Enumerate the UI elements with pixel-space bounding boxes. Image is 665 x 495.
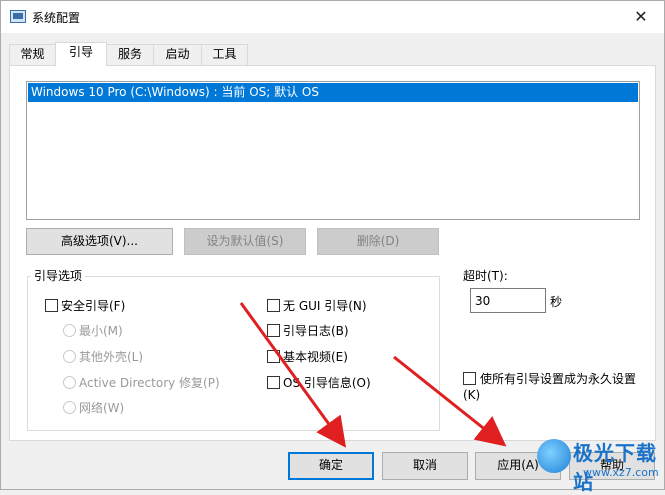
- watermark-url: www.xz7.com: [583, 466, 659, 479]
- system-configuration-window: 系统配置 ✕ 常规 引导 服务 启动 工具 Windows 10 Pro (C:…: [0, 0, 665, 494]
- watermark: 极光下载站 www.xz7.com: [537, 437, 662, 494]
- annotation-arrows: [239, 302, 507, 448]
- arrow-to-apply: [393, 355, 507, 447]
- watermark-logo-icon: [537, 439, 571, 473]
- tab-boot[interactable]: 引导: [55, 42, 107, 66]
- arrow-to-ok: [239, 302, 347, 448]
